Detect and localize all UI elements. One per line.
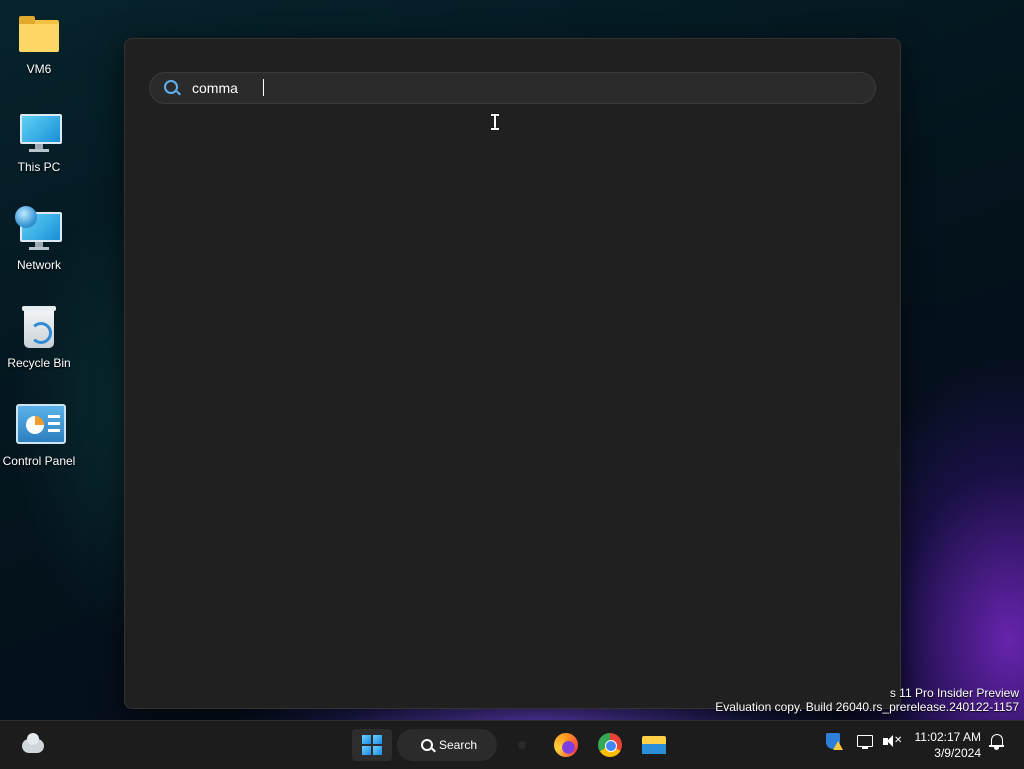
notification-bell-icon[interactable] <box>988 733 1006 751</box>
start-search-box[interactable] <box>149 72 876 104</box>
volume-muted-icon[interactable]: ✕ <box>882 733 902 751</box>
search-icon <box>421 739 433 751</box>
defender-warning-icon[interactable] <box>824 733 843 751</box>
desktop-icon-this-pc[interactable]: This PC <box>0 108 78 174</box>
firefox-icon <box>554 733 578 757</box>
windows-logo-icon <box>362 735 382 755</box>
text-caret <box>263 79 264 96</box>
firefox-taskbar-button[interactable] <box>550 729 582 761</box>
network-icon <box>15 206 63 254</box>
control-panel-icon <box>15 402 66 450</box>
chrome-taskbar-button[interactable] <box>594 729 626 761</box>
recycle-bin-icon <box>15 304 63 352</box>
network-tray-icon[interactable] <box>856 733 874 751</box>
weather-cloud-icon <box>22 733 44 753</box>
taskbar: Search ✕ 11:02:17 AM 3/9/2024 <box>0 720 1024 769</box>
desktop-icon-label: Recycle Bin <box>7 356 71 370</box>
clock-time: 11:02:17 AM <box>914 730 982 744</box>
task-view-icon <box>518 741 526 749</box>
evaluation-watermark: s 11 Pro Insider Preview Evaluation copy… <box>715 686 1019 714</box>
desktop-icon-network[interactable]: Network <box>0 206 78 272</box>
search-input[interactable] <box>192 79 792 97</box>
start-button[interactable] <box>352 729 392 761</box>
desktop-icon-label: VM6 <box>26 62 52 76</box>
task-view-button[interactable] <box>516 729 528 761</box>
desktop-icon-label: Network <box>16 258 61 272</box>
ibeam-cursor-icon <box>491 114 499 130</box>
desktop-icon-label: Control Panel <box>2 454 76 468</box>
desktop-icon-vm6[interactable]: VM6 <box>0 10 78 76</box>
chrome-icon <box>598 733 622 757</box>
search-icon <box>164 80 178 94</box>
desktop-icon-recycle-bin[interactable]: Recycle Bin <box>0 304 78 370</box>
watermark-line-2: Evaluation copy. Build 26040.rs_prerelea… <box>715 700 1019 714</box>
desktop-icon-label: This PC <box>17 160 61 174</box>
taskbar-search-label: Search <box>439 738 478 752</box>
taskbar-clock[interactable]: 11:02:17 AM 3/9/2024 <box>905 729 982 761</box>
weather-widget-button[interactable] <box>20 729 46 761</box>
desktop-icon-control-panel[interactable]: Control Panel <box>0 402 78 468</box>
start-search-panel <box>124 38 901 709</box>
taskbar-search-button[interactable]: Search <box>397 729 497 761</box>
clock-date: 3/9/2024 <box>934 746 981 760</box>
watermark-line-1: s 11 Pro Insider Preview <box>889 686 1019 700</box>
file-explorer-icon <box>642 736 666 754</box>
folder-icon <box>15 10 63 58</box>
file-explorer-taskbar-button[interactable] <box>638 729 670 761</box>
computer-icon <box>15 108 63 156</box>
